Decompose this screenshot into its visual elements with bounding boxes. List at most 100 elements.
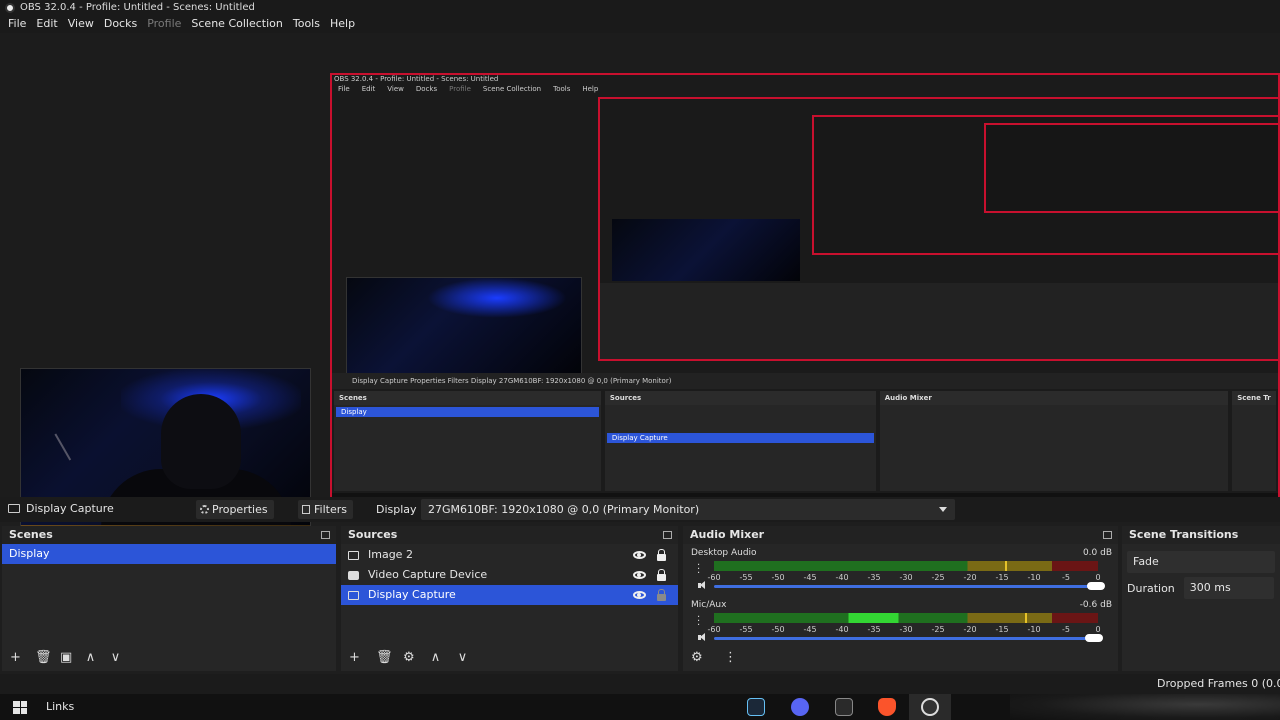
webcam-person-head	[161, 394, 241, 489]
links-toolbar[interactable]: Links	[46, 700, 74, 713]
menu-view[interactable]: View	[63, 15, 99, 33]
volume-slider-knob[interactable]	[1087, 582, 1105, 590]
preview-canvas[interactable]: OBS 32.0.4 - Profile: Untitled - Scenes:…	[0, 33, 1280, 530]
eye-icon[interactable]	[633, 571, 646, 579]
speaker-icon[interactable]	[698, 633, 708, 642]
source-item-display-capture[interactable]: Display Capture	[341, 585, 678, 605]
windows-start-icon[interactable]	[13, 701, 27, 714]
duration-row: Duration 300 ms	[1122, 577, 1280, 599]
meter-tick-label: -20	[963, 625, 977, 634]
meter-tick-label: -45	[803, 625, 817, 634]
add-scene-button[interactable]: +	[10, 651, 21, 664]
meter-tick-label: -55	[739, 573, 753, 582]
scene-filters-button[interactable]: ▣	[60, 651, 72, 664]
status-bar: Dropped Frames 0 (0.0	[0, 674, 1280, 694]
display-select[interactable]: 27GM610BF: 1920x1080 @ 0,0 (Primary Moni…	[421, 499, 955, 520]
nested-menu-tools: Tools	[553, 85, 571, 93]
menu-tools[interactable]: Tools	[288, 15, 325, 33]
menu-file[interactable]: File	[3, 15, 31, 33]
eye-icon[interactable]	[633, 551, 646, 559]
source-item-image-2[interactable]: Image 2	[341, 545, 678, 565]
move-scene-down-button[interactable]: ∨	[110, 651, 121, 664]
mixer-header: Audio Mixer	[683, 526, 1118, 544]
move-scene-up-button[interactable]: ∧	[85, 651, 96, 664]
selected-source-name: Display Capture	[26, 502, 114, 515]
advanced-audio-button[interactable]: ⚙	[691, 651, 703, 664]
meter-tick-label: 0	[1095, 625, 1101, 634]
menu-scene-collection[interactable]: Scene Collection	[186, 15, 287, 33]
filters-button[interactable]: Filters	[298, 500, 353, 519]
speaker-icon[interactable]	[698, 581, 708, 590]
monitor-icon	[8, 504, 20, 513]
scene-item-display[interactable]: Display	[2, 544, 336, 564]
nested-scenes-title: Scenes	[334, 391, 601, 405]
duration-input[interactable]: 300 ms	[1183, 577, 1274, 599]
filters-label: Filters	[314, 503, 347, 516]
nested-window-title: OBS 32.0.4 - Profile: Untitled - Scenes:…	[334, 75, 499, 83]
source-item-label: Video Capture Device	[368, 568, 488, 581]
nested-menu-docks: Docks	[415, 85, 438, 93]
nested-webcam-glow	[427, 278, 567, 318]
meter-tick-label: -40	[835, 573, 849, 582]
properties-button[interactable]: Properties	[196, 500, 274, 519]
meter-tick-label: -15	[995, 573, 1009, 582]
display-capture-preview[interactable]: OBS 32.0.4 - Profile: Untitled - Scenes:…	[330, 73, 1280, 508]
image-icon	[348, 550, 359, 560]
chat-app-icon[interactable]	[791, 698, 809, 716]
sources-dock: Sources Image 2 Video Capture Device Dis…	[341, 526, 678, 671]
source-properties-button[interactable]: ⚙	[403, 651, 415, 664]
meter-tick-label: -60	[707, 573, 721, 582]
undock-icon[interactable]	[663, 531, 672, 539]
channel-name: Desktop Audio	[691, 548, 757, 558]
transitions-header: Scene Transitions	[1122, 526, 1280, 544]
steam-icon[interactable]	[747, 698, 765, 716]
remove-source-button[interactable]: 🗑	[376, 651, 393, 664]
nested-menu-file: File	[338, 85, 350, 93]
volume-slider[interactable]	[714, 634, 1103, 642]
obs-app-icon	[5, 3, 15, 13]
nested-docks: Scenes Display Sources Display Capture A…	[332, 391, 1278, 491]
undock-icon[interactable]	[1103, 531, 1112, 539]
undock-icon[interactable]	[321, 531, 330, 539]
sources-header: Sources	[341, 526, 678, 544]
volume-slider[interactable]	[714, 582, 1105, 590]
nested-mixer-title: Audio Mixer	[879, 391, 1229, 405]
menu-profile[interactable]: Profile	[142, 15, 186, 33]
menu-edit[interactable]: Edit	[31, 15, 62, 33]
epic-games-icon[interactable]	[835, 698, 853, 716]
obs-taskbar-button[interactable]	[909, 694, 951, 720]
title-bar: OBS 32.0.4 - Profile: Untitled - Scenes:…	[0, 0, 1280, 15]
unlock-icon[interactable]	[657, 589, 666, 601]
lock-icon[interactable]	[657, 569, 666, 581]
scene-transitions-dock: Scene Transitions Fade Duration 300 ms	[1122, 526, 1280, 671]
meter-tick-label: -50	[771, 573, 785, 582]
channel-menu-icon[interactable]: · · ·	[697, 561, 700, 579]
recursive-docks	[600, 283, 1278, 359]
display-select-value: 27GM610BF: 1920x1080 @ 0,0 (Primary Moni…	[428, 503, 700, 516]
menu-help[interactable]: Help	[325, 15, 360, 33]
volume-slider-knob[interactable]	[1085, 634, 1103, 642]
meter-tick-label: -10	[1027, 625, 1041, 634]
source-item-video-capture-device[interactable]: Video Capture Device	[341, 565, 678, 585]
nested-menu-bar: File Edit View Docks Profile Scene Colle…	[338, 85, 598, 93]
monitor-icon	[348, 590, 359, 600]
channel-header: Mic/Aux -0.6 dB	[691, 600, 1112, 610]
add-source-button[interactable]: +	[349, 651, 360, 664]
remove-scene-button[interactable]: 🗑	[35, 651, 52, 664]
nested-menu-scene-collection: Scene Collection	[482, 85, 542, 93]
transition-select[interactable]: Fade	[1127, 551, 1275, 573]
mixer-menu-button[interactable]: ⋮	[724, 651, 737, 664]
camera-icon	[348, 570, 359, 580]
eye-icon[interactable]	[633, 591, 646, 599]
scene-item-label: Display	[9, 547, 50, 560]
menu-docks[interactable]: Docks	[99, 15, 142, 33]
window-title: OBS 32.0.4 - Profile: Untitled - Scenes:…	[20, 2, 255, 13]
source-item-label: Display Capture	[368, 588, 456, 601]
sources-title: Sources	[348, 528, 398, 541]
move-source-down-button[interactable]: ∨	[457, 651, 468, 664]
brave-browser-icon[interactable]	[878, 698, 896, 716]
channel-menu-icon[interactable]: · · ·	[697, 613, 700, 631]
move-source-up-button[interactable]: ∧	[430, 651, 441, 664]
volume-meter: -60 -55 -50 -45 -40 -35 -30 -25 -20 -15 -10 -5 0	[707, 561, 1101, 582]
lock-icon[interactable]	[657, 549, 666, 561]
